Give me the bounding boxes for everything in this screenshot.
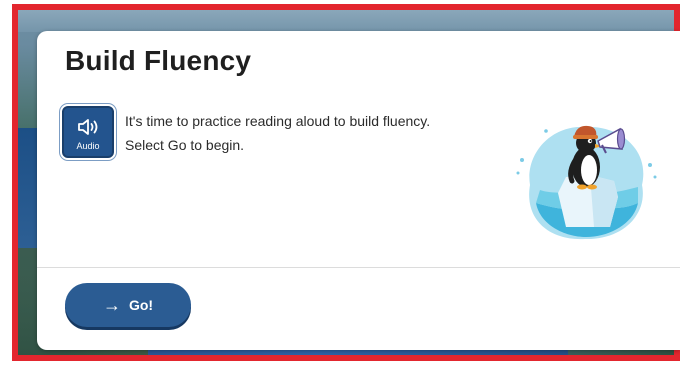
audio-button-label: Audio	[76, 141, 100, 151]
speaker-icon	[78, 119, 98, 135]
go-button-label: Go!	[128, 297, 154, 313]
footer-divider	[37, 267, 680, 268]
modal-title: Build Fluency	[65, 45, 252, 76]
build-fluency-modal: Build Fluency Audio It's time to practic…	[37, 31, 680, 350]
background-top-band	[18, 10, 674, 32]
instructions-text: It's time to practice reading aloud to b…	[125, 109, 430, 157]
audio-button[interactable]: Audio	[62, 106, 114, 158]
penguin-illustration	[516, 125, 657, 240]
arrow-right-icon: →	[102, 295, 121, 315]
instructions-line-1: It's time to practice reading aloud to b…	[125, 113, 431, 129]
instructions-line-2: Select Go to begin.	[125, 137, 245, 153]
background-bottom-panel	[148, 350, 568, 355]
go-button[interactable]: → Go!	[65, 283, 191, 327]
